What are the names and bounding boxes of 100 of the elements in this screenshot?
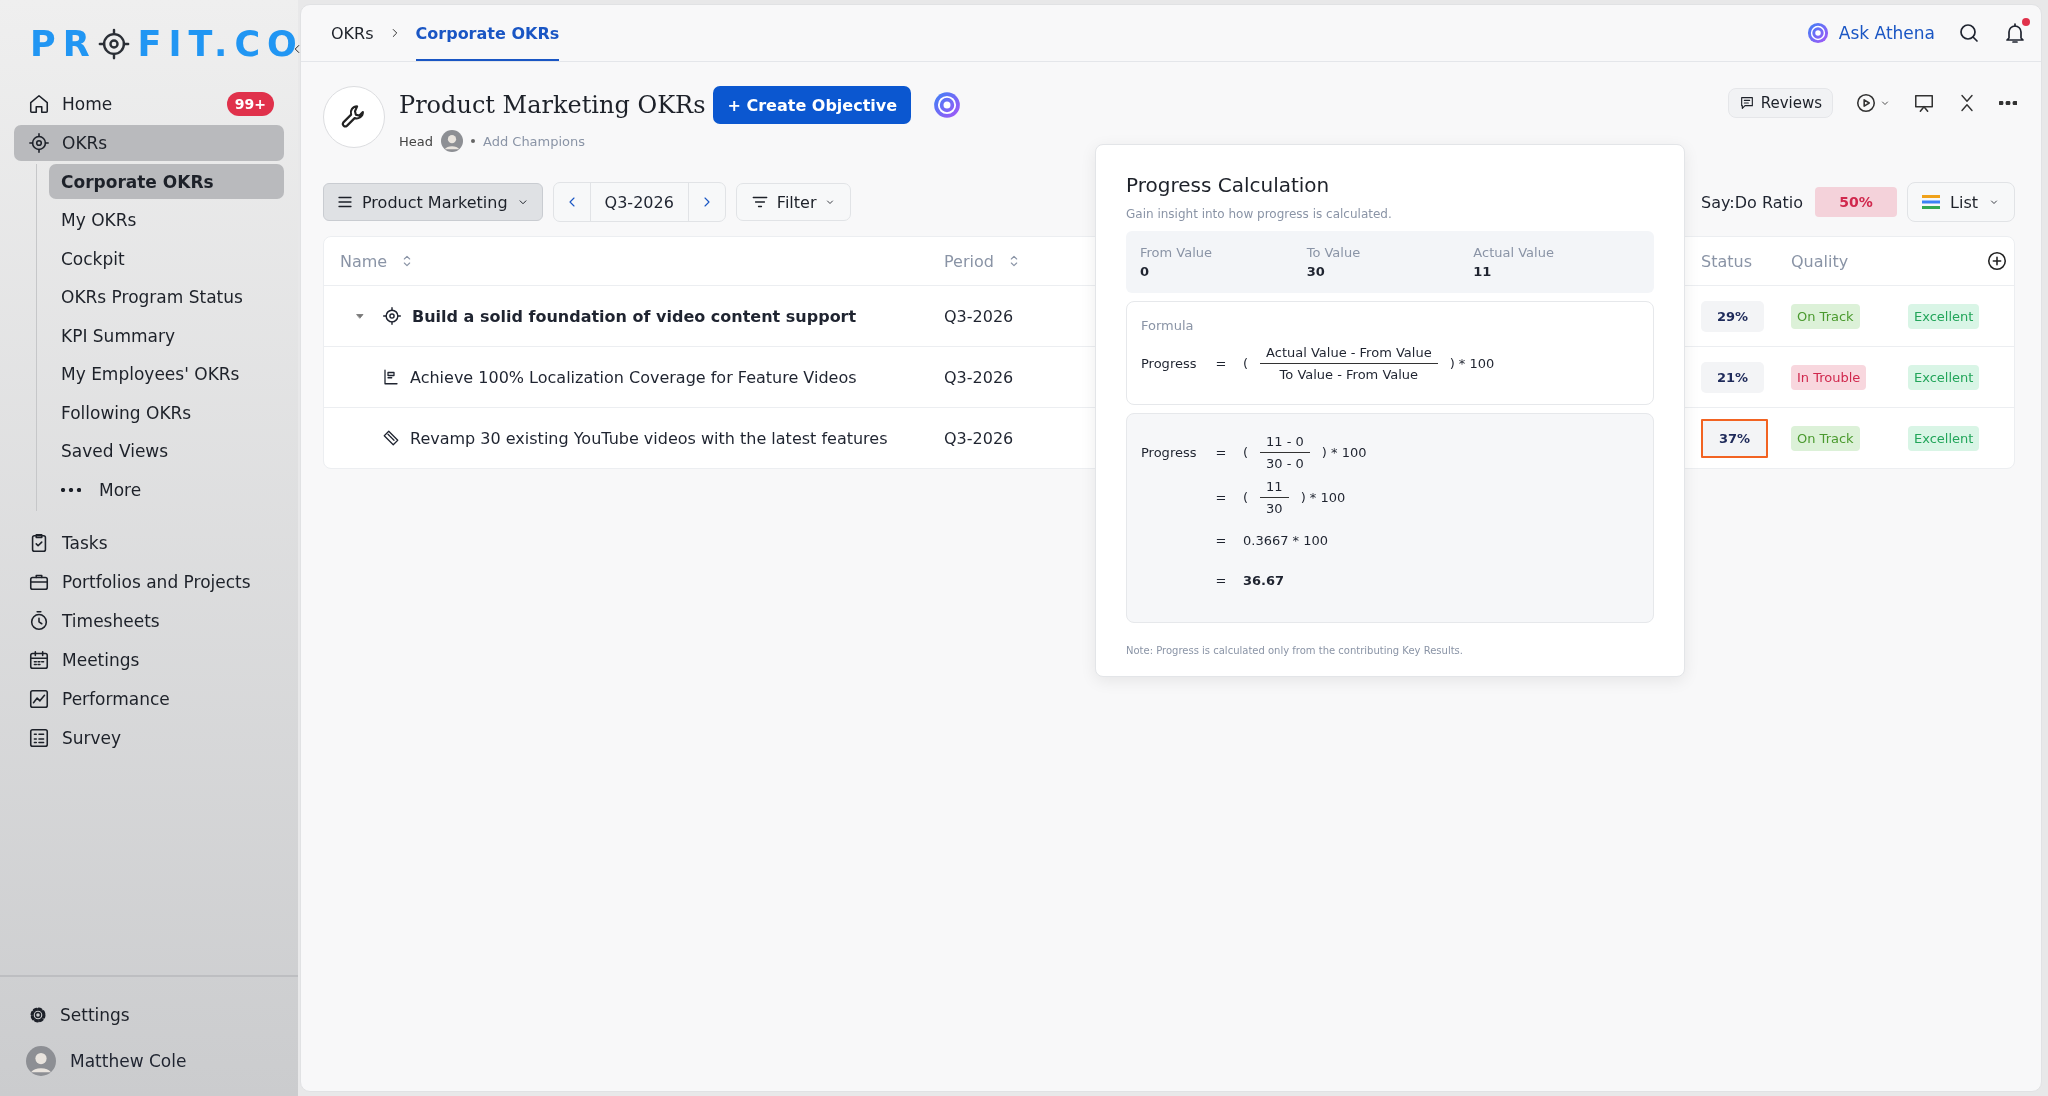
fraction-numerator: Actual Value - From Value: [1260, 345, 1438, 364]
sidebar-item[interactable]: Tasks: [14, 524, 284, 561]
progress-label: Progress: [1141, 356, 1197, 371]
value-label: From Value: [1140, 245, 1214, 260]
status-tag: On Track: [1791, 303, 1860, 329]
avatar-icon: [441, 130, 463, 152]
fraction-numerator: 11: [1260, 479, 1289, 498]
more-icon: [61, 487, 81, 492]
progress-label: Progress: [1141, 445, 1197, 460]
say-do-value: 50%: [1815, 187, 1898, 217]
quality-tag: Excellent: [1908, 425, 1980, 451]
value-number: 30: [1306, 264, 1326, 279]
period-cell-text: Q3-2026: [944, 428, 1015, 448]
popup-note: Note: Progress is calculated only from the contributing Key Results.: [1126, 645, 1464, 656]
target-icon: [28, 132, 50, 154]
sidebar-subitem[interactable]: My Employees' OKRs: [49, 356, 284, 392]
play-menu[interactable]: [1855, 92, 1891, 114]
chat-icon: [1738, 95, 1755, 111]
sidebar-item[interactable]: Performance: [14, 680, 284, 717]
sidebar-subitem[interactable]: Following OKRs: [49, 395, 284, 430]
open-parenthesis: (: [1243, 445, 1249, 460]
sidebar-subitem[interactable]: KPI Summary: [49, 318, 284, 353]
sidebar-subitem[interactable]: Saved Views: [49, 433, 284, 469]
user-profile[interactable]: Matthew Cole: [26, 1046, 298, 1076]
ruler-icon: [382, 429, 400, 447]
reviews-button[interactable]: Reviews: [1727, 88, 1833, 118]
more-icon[interactable]: [1999, 101, 2017, 105]
target-icon: [382, 306, 402, 326]
logo: PR FIT.CO: [30, 26, 304, 62]
presentation-icon: [1913, 92, 1935, 114]
chart-icon: [382, 368, 400, 386]
sidebar-subitem[interactable]: Cockpit: [49, 241, 284, 276]
sidebar-item[interactable]: OKRs: [14, 125, 284, 161]
equals-sign: =: [1214, 490, 1228, 505]
create-objective-button[interactable]: + Create Objective: [713, 86, 912, 124]
athena-icon[interactable]: [933, 91, 962, 119]
fraction-denominator: 30: [1265, 500, 1284, 516]
breadcrumb-link[interactable]: OKRs: [331, 5, 374, 61]
home-icon: [28, 93, 50, 115]
multiplier-text: ) * 100: [1321, 445, 1367, 460]
column-header: Status: [1701, 251, 1752, 271]
popup-title: Progress Calculation: [1126, 173, 1331, 197]
add-column-icon[interactable]: [1986, 250, 2008, 272]
view-dropdown[interactable]: List: [1907, 182, 2015, 222]
objective-name[interactable]: Revamp 30 existing YouTube videos with the latest features: [410, 428, 888, 448]
column-header: Name: [340, 251, 388, 271]
period-cell-text: Q3-2026: [944, 367, 1015, 387]
fraction-numerator: 11 - 0: [1260, 434, 1310, 453]
progress-value[interactable]: 21%: [1701, 361, 1765, 393]
chart-icon: [28, 687, 50, 710]
period-value: Q3-2026: [589, 183, 689, 221]
value-label: Actual Value: [1473, 245, 1555, 260]
column-header: Quality: [1791, 251, 1849, 271]
gear-icon: [28, 1005, 48, 1025]
fraction-denominator: To Value - From Value: [1278, 366, 1420, 382]
breadcrumb-link[interactable]: Corporate OKRs: [415, 5, 560, 61]
objective-name[interactable]: Achieve 100% Localization Coverage for Feature Videos: [410, 367, 857, 387]
group-dropdown[interactable]: Product Marketing: [323, 183, 543, 221]
sidebar-subitem[interactable]: OKRs Program Status: [49, 279, 284, 315]
play-icon: [1855, 92, 1877, 114]
multiplier-text: ) * 100: [1449, 356, 1495, 371]
popup-subtitle: Gain insight into how progress is calculated.: [1126, 207, 1393, 221]
status-tag: On Track: [1791, 425, 1860, 451]
column-header: Period: [944, 251, 994, 271]
say-do-label: Say:Do Ratio: [1701, 192, 1804, 212]
head-label: Head: [399, 133, 433, 149]
equals-sign: =: [1214, 532, 1228, 548]
equals-sign: =: [1214, 445, 1228, 460]
search-icon[interactable]: [1957, 21, 1981, 45]
page-title: Product Marketing OKRs: [399, 91, 706, 119]
period-cell-text: Q3-2026: [944, 306, 1015, 326]
progress-value[interactable]: 37%: [1701, 418, 1769, 458]
filter-button[interactable]: Filter: [735, 183, 852, 221]
notification-badge: 99+: [226, 92, 274, 116]
status-tag: In Trouble: [1791, 364, 1867, 390]
sidebar-item[interactable]: Portfolios and Projects: [14, 563, 284, 600]
calendar-icon: [28, 648, 50, 671]
open-parenthesis: (: [1243, 356, 1249, 371]
sidebar-item[interactable]: Meetings: [14, 641, 284, 678]
sidebar-item[interactable]: Home 99+: [14, 86, 284, 122]
list-icon: [1922, 194, 1941, 210]
multiplier-text: ) * 100: [1300, 490, 1346, 505]
sidebar-item[interactable]: Survey: [14, 719, 284, 756]
quality-tag: Excellent: [1908, 364, 1980, 390]
equals-sign: =: [1214, 356, 1228, 371]
fraction-denominator: 30 - 0: [1265, 455, 1305, 471]
settings-item[interactable]: Settings: [14, 997, 284, 1033]
value-label: To Value: [1306, 245, 1362, 260]
value-number: 0: [1140, 264, 1151, 279]
sidebar-item[interactable]: Timesheets: [14, 602, 284, 639]
progress-value[interactable]: 29%: [1701, 300, 1765, 332]
athena-icon[interactable]: [1806, 22, 1829, 44]
objective-name[interactable]: Build a solid foundation of video content support: [412, 306, 857, 326]
equals-sign: =: [1214, 572, 1228, 588]
ask-athena-button[interactable]: Ask Athena: [1806, 22, 1935, 44]
list-icon: [28, 726, 50, 749]
more-item[interactable]: More: [49, 472, 284, 507]
result-value: 36.67: [1243, 572, 1285, 588]
sidebar-subitem[interactable]: Corporate OKRs: [49, 164, 284, 199]
sidebar-subitem[interactable]: My OKRs: [49, 202, 284, 238]
